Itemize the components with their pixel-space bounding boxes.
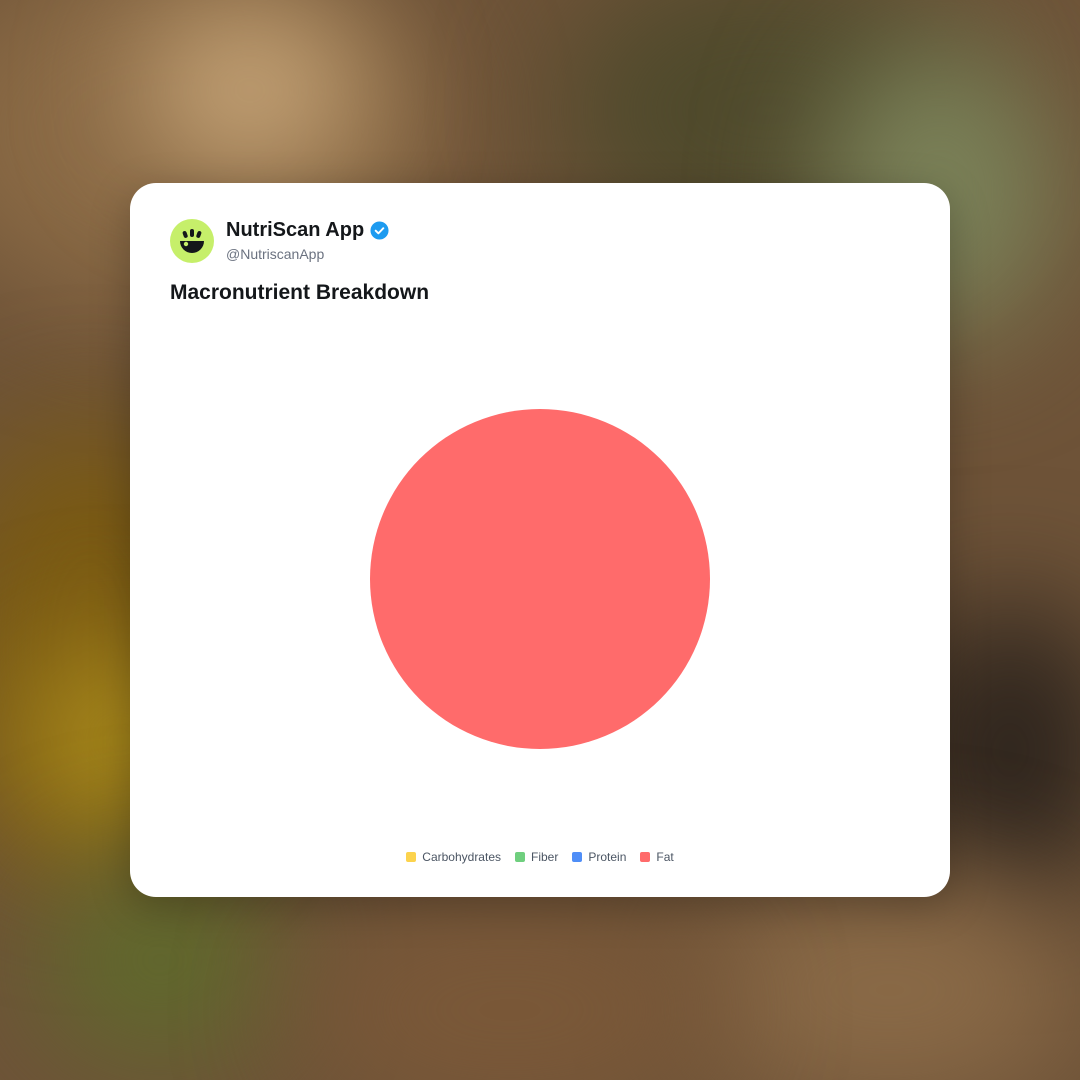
legend-item-carbohydrates[interactable]: Carbohydrates <box>406 850 501 864</box>
post-card: NutriScan App @NutriscanApp Macronutrien… <box>130 183 950 897</box>
legend-item-fiber[interactable]: Fiber <box>515 850 558 864</box>
pie-chart <box>370 409 710 749</box>
chart-legend: Carbohydrates Fiber Protein Fat <box>130 850 950 864</box>
legend-item-fat[interactable]: Fat <box>640 850 674 864</box>
legend-label: Protein <box>588 850 627 864</box>
legend-swatch <box>572 852 583 862</box>
legend-swatch <box>406 852 417 862</box>
legend-label: Fat <box>656 850 674 864</box>
pie-slice-fat[interactable] <box>370 409 710 749</box>
legend-swatch <box>515 852 525 862</box>
legend-label: Fiber <box>531 850 559 864</box>
legend-item-protein[interactable]: Protein <box>572 850 626 864</box>
legend-swatch <box>640 852 651 862</box>
legend-label: Carbohydrates <box>422 850 501 864</box>
